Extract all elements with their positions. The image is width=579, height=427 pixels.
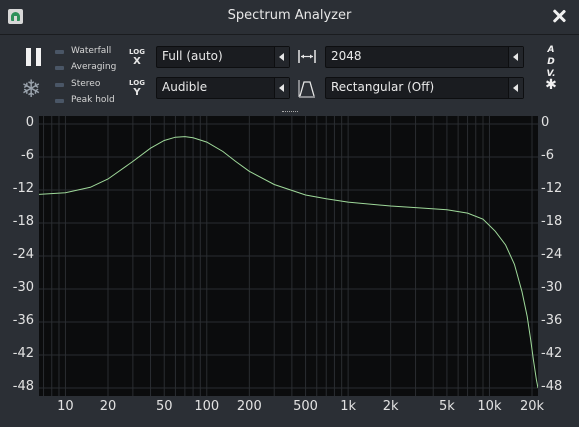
y-tick-label-right: -18	[541, 214, 563, 229]
waterfall-label: Waterfall	[71, 46, 112, 56]
y-tick-label-left: -36	[12, 313, 34, 328]
freq-range-select[interactable]: Full (auto)	[156, 46, 290, 68]
log-x-button[interactable]: LOG X	[128, 48, 146, 67]
x-tick-label: 10k	[477, 399, 502, 414]
averaging-label: Averaging	[71, 62, 117, 72]
x-tick-label: 1k	[340, 399, 357, 414]
block-size-value: 2048	[331, 49, 362, 63]
block-size-arrow-icon	[508, 47, 523, 67]
gear-icon: ✱	[545, 77, 557, 93]
spectrum-plot	[39, 116, 538, 396]
amp-range-value: Audible	[162, 80, 208, 94]
y-tick-label-right: -48	[541, 379, 563, 394]
peak-hold-led	[55, 99, 64, 103]
waterfall-led	[55, 50, 64, 54]
snowflake-icon[interactable]: ❄	[21, 77, 41, 101]
close-icon[interactable]	[549, 6, 569, 26]
window-fn-value: Rectangular (Off)	[331, 80, 435, 94]
resize-grip[interactable]	[282, 111, 298, 115]
peak-hold-label: Peak hold	[71, 95, 115, 105]
y-tick-label-right: -24	[541, 247, 563, 262]
amp-range-arrow-icon	[274, 78, 289, 98]
y-tick-label-right: -30	[541, 280, 563, 295]
y-tick-label-right: -12	[541, 181, 563, 196]
x-tick-label: 5k	[439, 399, 455, 414]
amp-range-select[interactable]: Audible	[156, 77, 290, 99]
log-y-big: Y	[133, 87, 141, 98]
spectrum-svg	[39, 116, 538, 396]
x-tick-label: 100	[194, 399, 220, 414]
y-tick-label-right: -36	[541, 313, 563, 328]
x-tick-label: 2k	[382, 399, 399, 414]
spectrum-line	[39, 136, 538, 389]
y-tick-label-left: -48	[12, 379, 34, 394]
log-x-big: X	[133, 56, 141, 67]
averaging-led	[55, 66, 64, 70]
x-tick-label: 10	[57, 399, 74, 414]
y-tick-label-left: -18	[12, 214, 34, 229]
y-tick-label-right: -6	[541, 148, 554, 163]
log-y-button[interactable]: LOG Y	[128, 79, 146, 98]
advanced-button[interactable]: A D V. ✱	[543, 44, 559, 93]
x-tick-label: 500	[293, 399, 318, 414]
adv-letter-d: D	[547, 57, 555, 67]
x-tick-label: 20	[99, 399, 117, 414]
x-tick-label: 50	[155, 399, 173, 414]
block-size-icon	[298, 50, 316, 63]
title-bar: Spectrum Analyzer	[0, 0, 579, 35]
y-tick-label-left: -12	[12, 181, 34, 196]
y-tick-label-right: 0	[541, 115, 550, 130]
y-tick-label-left: -42	[12, 346, 34, 361]
y-tick-label-right: -42	[541, 346, 563, 361]
window-fn-arrow-icon	[508, 78, 523, 98]
pause-icon[interactable]	[25, 48, 43, 66]
x-tick-label: 200	[236, 399, 262, 414]
window-fn-select[interactable]: Rectangular (Off)	[325, 77, 524, 99]
window-title: Spectrum Analyzer	[227, 8, 352, 23]
window-function-icon	[298, 80, 315, 98]
freq-range-value: Full (auto)	[162, 49, 223, 63]
stereo-led	[55, 83, 64, 87]
x-tick-label: 20k	[519, 399, 545, 414]
adv-letter-a: A	[547, 45, 555, 55]
stereo-label: Stereo	[71, 79, 101, 89]
block-size-select[interactable]: 2048	[325, 46, 524, 68]
y-tick-label-left: 0	[25, 115, 34, 130]
freq-range-arrow-icon	[274, 47, 289, 67]
y-tick-label-left: -30	[12, 280, 34, 295]
y-tick-label-left: -24	[12, 247, 34, 262]
y-tick-label-left: -6	[21, 148, 34, 163]
